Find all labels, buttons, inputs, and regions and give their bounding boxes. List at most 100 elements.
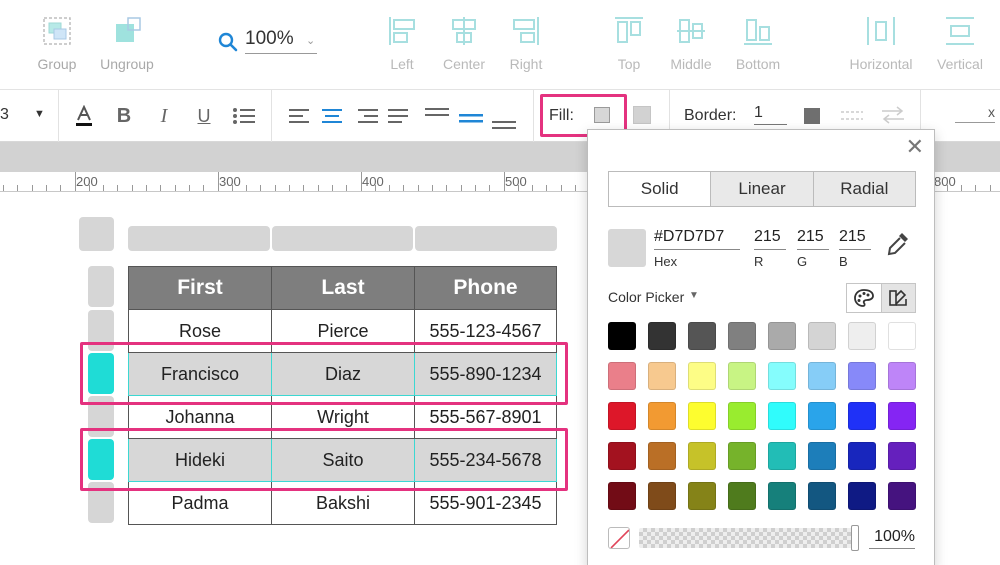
distribute-vertical-button[interactable]: Vertical — [920, 14, 1000, 72]
color-swatch[interactable] — [808, 322, 836, 350]
green-input[interactable]: 215 — [797, 228, 829, 250]
color-swatch[interactable] — [808, 402, 836, 430]
font-size-dropdown-icon[interactable]: ▼ — [34, 108, 45, 120]
color-swatch[interactable] — [888, 362, 916, 390]
color-swatch[interactable] — [688, 402, 716, 430]
color-swatch[interactable] — [608, 482, 636, 510]
swap-arrows-icon[interactable] — [880, 105, 906, 125]
ruler-tick — [575, 185, 576, 191]
opacity-slider-thumb[interactable] — [851, 525, 859, 551]
color-swatch[interactable] — [728, 402, 756, 430]
color-swatch[interactable] — [808, 442, 836, 470]
color-swatch[interactable] — [728, 482, 756, 510]
column-grip[interactable] — [128, 226, 270, 251]
align-bottom-button[interactable]: Bottom — [718, 14, 798, 72]
ruler-tick — [160, 185, 161, 191]
hex-input[interactable]: #D7D7D7 — [654, 228, 740, 250]
tab-radial[interactable]: Radial — [812, 172, 915, 206]
align-right-icon — [513, 17, 539, 45]
color-swatch[interactable] — [608, 322, 636, 350]
color-swatch[interactable] — [688, 442, 716, 470]
ruler-tick — [446, 185, 447, 191]
distribute-horizontal-button[interactable]: Horizontal — [841, 14, 921, 72]
valign-bottom-button[interactable] — [491, 112, 517, 136]
column-grip[interactable] — [272, 226, 413, 251]
no-fill-button[interactable] — [608, 527, 630, 549]
red-input[interactable]: 215 — [754, 228, 786, 250]
column-header-phone[interactable]: Phone — [414, 266, 557, 310]
tab-solid[interactable]: Solid — [609, 172, 711, 206]
align-right-button[interactable]: Right — [486, 14, 566, 72]
color-swatch[interactable] — [768, 402, 796, 430]
italic-button[interactable]: I — [152, 104, 176, 128]
color-swatch[interactable] — [728, 362, 756, 390]
fill-more-icon[interactable] — [633, 106, 651, 124]
color-swatch[interactable] — [648, 362, 676, 390]
x-position-input[interactable]: x — [955, 104, 995, 123]
valign-middle-button[interactable] — [458, 106, 484, 130]
color-swatch[interactable] — [768, 322, 796, 350]
bold-button[interactable]: B — [112, 104, 136, 128]
ungroup-button[interactable]: Ungroup — [87, 14, 167, 72]
text-align-left-button[interactable] — [288, 104, 312, 128]
opacity-input[interactable]: 100% — [869, 528, 915, 549]
color-swatch[interactable] — [688, 362, 716, 390]
color-swatch[interactable] — [888, 442, 916, 470]
ruler-tick — [318, 185, 319, 191]
color-swatch[interactable] — [848, 322, 876, 350]
color-swatch[interactable] — [808, 362, 836, 390]
color-swatch[interactable] — [728, 442, 756, 470]
hex-label: Hex — [654, 254, 678, 269]
color-swatch[interactable] — [688, 322, 716, 350]
group-label: Group — [37, 56, 77, 72]
border-width-input[interactable]: 1 — [754, 104, 787, 125]
bullet-list-button[interactable] — [230, 104, 258, 128]
color-swatch[interactable] — [848, 442, 876, 470]
text-align-right-button[interactable] — [355, 104, 379, 128]
color-swatch[interactable] — [848, 482, 876, 510]
color-swatch[interactable] — [608, 402, 636, 430]
color-swatch[interactable] — [728, 322, 756, 350]
color-swatch[interactable] — [848, 362, 876, 390]
color-swatch[interactable] — [768, 442, 796, 470]
opacity-slider[interactable] — [639, 528, 857, 548]
row-grip-header[interactable] — [88, 266, 114, 307]
color-swatch[interactable] — [808, 482, 836, 510]
tab-linear[interactable]: Linear — [710, 172, 813, 206]
border-color-swatch[interactable] — [804, 108, 820, 124]
color-swatch[interactable] — [608, 362, 636, 390]
blue-input[interactable]: 215 — [839, 228, 871, 250]
color-swatch[interactable] — [688, 482, 716, 510]
custom-palette-icon[interactable] — [880, 284, 915, 312]
font-size-value[interactable]: 3 — [0, 106, 9, 124]
color-swatch[interactable] — [888, 322, 916, 350]
color-swatch[interactable] — [648, 442, 676, 470]
valign-top-button[interactable] — [424, 100, 450, 124]
column-header-first[interactable]: First — [128, 266, 272, 310]
zoom-underline — [245, 53, 317, 54]
color-swatch[interactable] — [648, 482, 676, 510]
caret-down-icon[interactable]: ▼ — [689, 290, 699, 301]
border-style-icon[interactable] — [840, 108, 864, 124]
color-swatch[interactable] — [888, 402, 916, 430]
text-color-button[interactable] — [72, 104, 96, 128]
text-align-center-button[interactable] — [320, 104, 344, 128]
color-swatch[interactable] — [608, 442, 636, 470]
color-swatch[interactable] — [648, 322, 676, 350]
column-grip[interactable] — [415, 226, 557, 251]
text-align-left-icon — [289, 109, 309, 123]
color-swatch[interactable] — [768, 482, 796, 510]
table-corner-handle[interactable] — [79, 217, 114, 251]
close-icon[interactable]: ✕ — [906, 136, 924, 158]
group-button[interactable]: Group — [17, 14, 97, 72]
palette-icon[interactable] — [847, 284, 881, 312]
column-header-last[interactable]: Last — [271, 266, 415, 310]
eyedropper-icon[interactable] — [886, 231, 910, 257]
color-swatch[interactable] — [768, 362, 796, 390]
color-swatch[interactable] — [648, 402, 676, 430]
color-swatch[interactable] — [888, 482, 916, 510]
zoom-control[interactable]: 100% ⌄ — [218, 28, 318, 54]
underline-button[interactable]: U — [192, 104, 216, 128]
text-justify-button[interactable] — [387, 104, 411, 128]
color-swatch[interactable] — [848, 402, 876, 430]
